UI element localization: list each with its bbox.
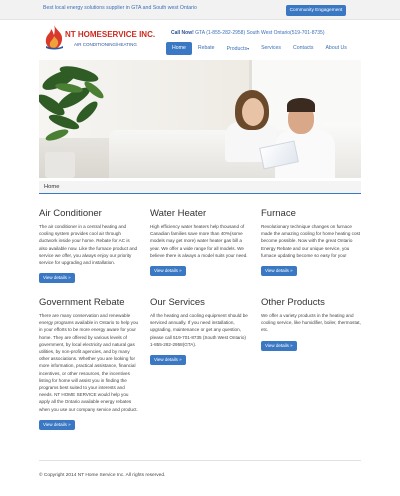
nav-item-services[interactable]: Services (255, 42, 287, 55)
card-government-rebate: Government Rebate There are many conserv… (39, 297, 139, 431)
card-title: Other Products (261, 297, 325, 308)
card-title: Our Services (150, 297, 205, 308)
view-details-button[interactable]: View details » (150, 266, 186, 277)
card-our-services: Our Services All the heating and cooling… (150, 297, 250, 366)
call-now-info: Call Now! GTA (1-855-282-2958) South Wes… (171, 30, 325, 36)
card-body: The air conditioner in a central heating… (39, 224, 138, 266)
card-body: There are many conservation and renewabl… (39, 313, 139, 412)
card-title: Government Rebate (39, 297, 125, 308)
card-body: High efficiency water heaters help thous… (150, 224, 248, 258)
card-title: Air Conditioner (39, 208, 102, 219)
site-logo[interactable]: NT HOMESERVICE INC. AIR CONDITIONING/HEA… (43, 24, 163, 50)
card-body: All the heating and cooling equipment sh… (150, 313, 248, 347)
card-furnace: Furnace Revolutionary technique changes … (261, 208, 361, 277)
main-nav: Home Rebate Products▾ Services Contacts … (166, 42, 353, 55)
top-bar: Best local energy solutions supplier in … (0, 0, 400, 20)
call-now-numbers: GTA (1-855-282-2958) South West Ontario(… (195, 30, 325, 36)
footer-copyright: © Copyright 2014 NT Home Service Inc. Al… (39, 473, 166, 478)
nav-item-home[interactable]: Home (166, 42, 192, 55)
card-title: Furnace (261, 208, 296, 219)
card-body: We offer a variety products in the heati… (261, 313, 361, 333)
tagline: Best local energy solutions supplier in … (43, 5, 197, 11)
card-other-products: Other Products We offer a variety produc… (261, 297, 361, 352)
card-title: Water Heater (150, 208, 207, 219)
community-engagement-button[interactable]: Community Engagement (286, 5, 346, 16)
nav-item-about-us[interactable]: About Us (319, 42, 352, 55)
nav-item-contacts[interactable]: Contacts (287, 42, 319, 55)
card-body: Revolutionary technique changes on furna… (261, 224, 361, 258)
breadcrumb-home[interactable]: Home (44, 184, 59, 190)
view-details-button[interactable]: View details » (261, 340, 297, 351)
plant-illustration (39, 66, 104, 141)
nav-item-rebate[interactable]: Rebate (192, 42, 221, 55)
brand-name: NT HOMESERVICE INC. (65, 30, 156, 39)
chevron-down-icon: ▾ (247, 46, 250, 51)
hero-image (39, 60, 361, 178)
card-air-conditioner: Air Conditioner The air conditioner in a… (39, 208, 139, 284)
brand-subtitle: AIR CONDITIONING/HEATING (74, 42, 137, 47)
footer-divider (39, 460, 361, 461)
nav-item-products-label: Products (226, 46, 248, 52)
view-details-button[interactable]: View details » (150, 355, 186, 366)
view-details-button[interactable]: View details » (39, 273, 75, 284)
view-details-button[interactable]: View details » (39, 419, 75, 430)
view-details-button[interactable]: View details » (261, 266, 297, 277)
card-water-heater: Water Heater High efficiency water heate… (150, 208, 250, 277)
nav-item-products[interactable]: Products▾ (221, 42, 256, 55)
call-now-label: Call Now! (171, 30, 194, 36)
breadcrumb: Home (39, 181, 361, 194)
flame-icon (45, 25, 63, 50)
